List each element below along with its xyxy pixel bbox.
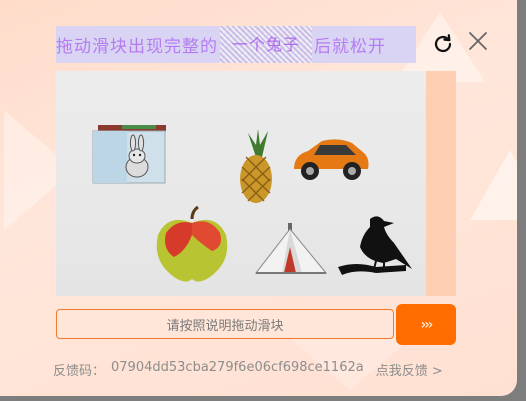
pineapple-icon — [240, 129, 272, 203]
close-icon[interactable] — [467, 30, 489, 52]
rabbit-picture-icon — [92, 125, 166, 184]
refresh-icon[interactable] — [431, 32, 455, 56]
slider-track[interactable]: 请按照说明拖动滑块 — [56, 309, 394, 339]
slider-arrows-icon: ››› — [420, 316, 434, 333]
apple-icon — [156, 205, 228, 282]
feedback-bar: 反馈码： 07904dd53cba279f6e06cf698ce1162a 点我… — [53, 360, 443, 379]
instruction-prefix: 拖动滑块出现完整的 — [56, 37, 218, 57]
slider-handle[interactable]: ››› — [396, 304, 456, 345]
feedback-link[interactable]: 点我反馈 > — [376, 360, 443, 379]
feedback-code: 07904dd53cba279f6e06cf698ce1162a — [111, 360, 364, 375]
decorative-triangle — [470, 150, 517, 220]
captcha-image — [56, 71, 456, 296]
slider-hint: 请按照说明拖动滑块 — [166, 318, 284, 334]
captcha-instruction: 拖动滑块出现完整的 一个兔子 后就松开 — [56, 26, 416, 63]
instruction-suffix: 后就松开 — [314, 37, 386, 57]
instruction-highlight: 一个兔子 — [220, 26, 312, 63]
tent-icon — [254, 223, 328, 274]
captcha-dialog: 拖动滑块出现完整的 一个兔子 后就松开 请按照说明拖动滑块 ››› 反馈码： 0… — [0, 0, 517, 396]
bird-icon — [338, 216, 412, 275]
car-icon — [294, 139, 369, 180]
feedback-label: 反馈码： — [53, 364, 106, 379]
